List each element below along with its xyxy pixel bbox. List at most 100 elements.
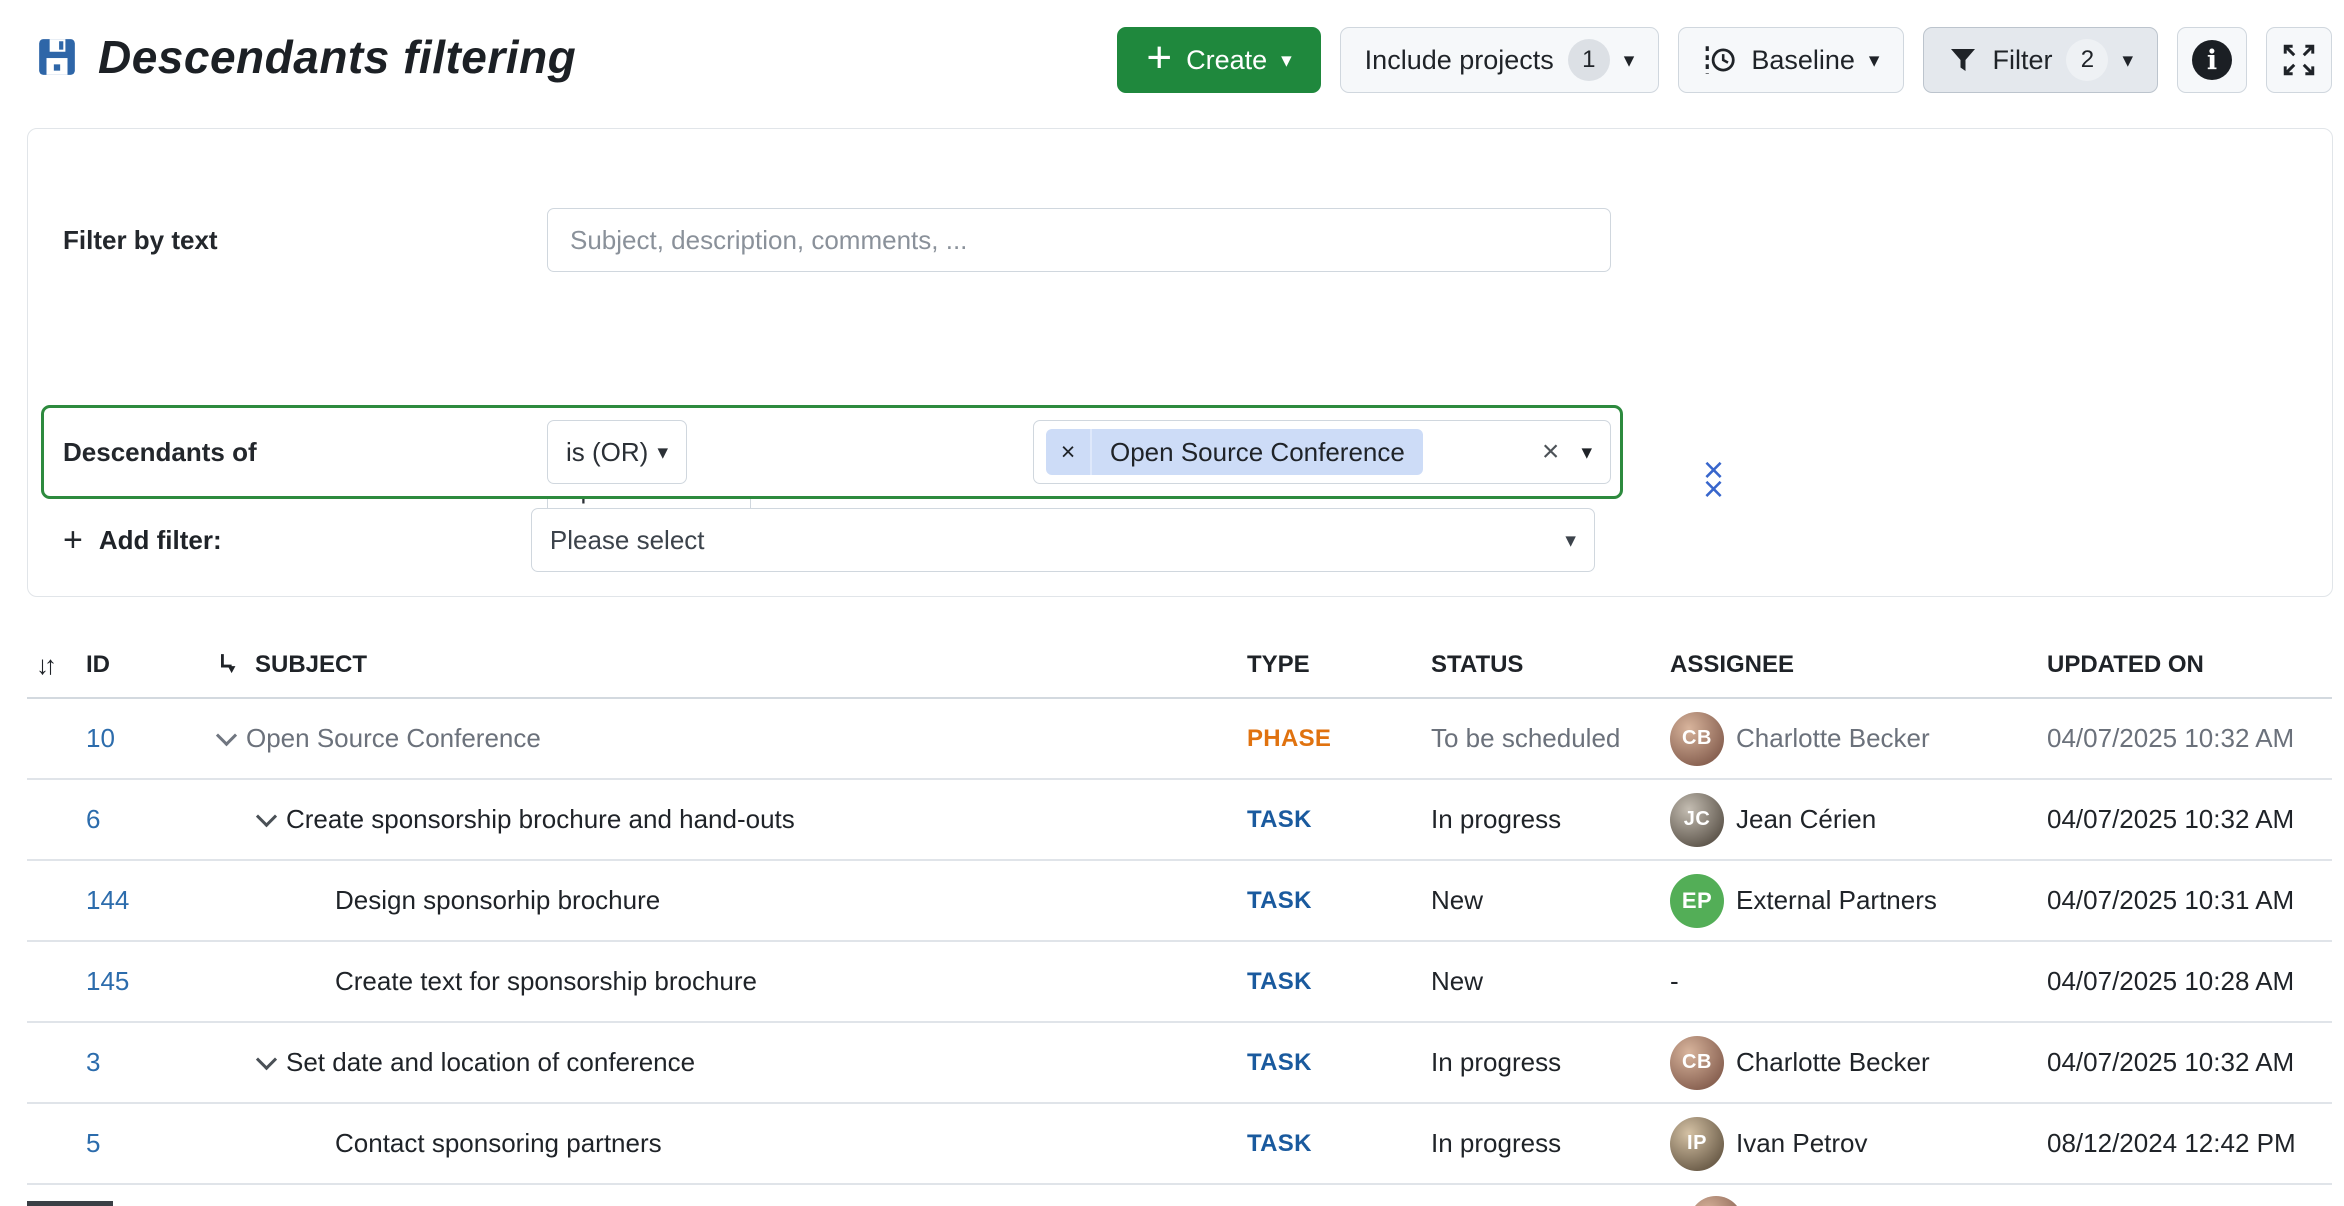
chevron-down-icon: ▾ [1565,530,1576,551]
work-package-id-link[interactable]: 144 [86,885,129,915]
expand-arrows-icon [2281,42,2317,78]
avatar: IP [1670,1117,1724,1171]
chevron-down-icon: ▾ [1581,440,1592,465]
remove-descendants-filter-button[interactable]: × [1703,452,1724,488]
filter-panel: Filter by text Status open ▾ × Descendan… [27,128,2333,597]
status-text: To be scheduled [1431,723,1670,754]
table-row[interactable]: 5 Contact sponsoring partners TASK In pr… [27,1104,2332,1185]
type-label: PHASE [1247,725,1431,753]
chip-remove-icon[interactable]: × [1046,438,1090,467]
filter-text-input[interactable] [547,208,1611,272]
page-title: Descendants filtering [98,30,576,84]
assignee-name: External Partners [1736,885,1937,916]
collapse-chevron-icon[interactable] [256,1049,277,1070]
column-header-subject[interactable]: SUBJECT [255,651,367,679]
chevron-down-icon: ▾ [657,442,668,463]
type-label: TASK [1247,968,1431,996]
avatar [1689,1196,1743,1206]
subject-text: Create text for sponsorship brochure [335,966,757,997]
fullscreen-button[interactable] [2266,27,2332,93]
subject-text: Open Source Conference [246,723,541,754]
subject-text: Create sponsorship brochure and hand-out… [286,804,795,835]
descendants-filter-row-highlighted: Descendants of is (OR) ▾ × Open Source C… [41,405,1623,499]
avatar: CB [1670,712,1724,766]
avatar: CB [1670,1036,1724,1090]
chip-label: Open Source Conference [1092,437,1423,468]
info-button[interactable]: i [2177,27,2247,93]
table-row[interactable]: 3 Set date and location of conference TA… [27,1023,2332,1104]
collapse-chevron-icon[interactable] [256,806,277,827]
table-row[interactable]: 144 Design sponsorhip brochure TASK New … [27,861,2332,942]
include-projects-button[interactable]: Include projects 1 ▾ [1340,27,1660,93]
collapse-chevron-icon[interactable] [216,725,237,746]
chevron-down-icon: ▾ [1281,50,1292,71]
assignee-name: Ivan Petrov [1736,1128,1868,1159]
table-row[interactable]: 145 Create text for sponsorship brochure… [27,942,2332,1023]
filter-by-text-row: Filter by text [28,208,2332,272]
baseline-clock-icon [1703,43,1737,77]
type-label: TASK [1247,1130,1431,1158]
status-text: In progress [1431,1128,1670,1159]
clear-selection-icon[interactable]: × [1542,435,1560,469]
clipped-content [27,1201,113,1206]
assignee-name: - [1670,966,1679,997]
filter-button[interactable]: Filter 2 ▾ [1923,27,2158,93]
work-package-id-link[interactable]: 5 [86,1128,100,1158]
subject-text: Set date and location of conference [286,1047,695,1078]
info-icon: i [2192,40,2232,80]
descendants-value-multiselect[interactable]: × Open Source Conference × ▾ [1033,420,1611,484]
column-header-updated-on[interactable]: UPDATED ON [2047,651,2332,679]
assignee-name: Charlotte Becker [1736,723,1930,754]
avatar: EP [1670,874,1724,928]
baseline-button[interactable]: Baseline ▾ [1678,27,1904,93]
assignee-name: Jean Cérien [1736,804,1876,835]
plus-icon: + [1146,36,1172,80]
column-header-status[interactable]: STATUS [1431,651,1670,679]
table-row[interactable]: 6 Create sponsorship brochure and hand-o… [27,780,2332,861]
save-view-icon[interactable] [36,36,78,78]
assignee-name: Charlotte Becker [1736,1047,1930,1078]
filter-by-text-label: Filter by text [63,225,547,256]
avatar: JC [1670,793,1724,847]
add-filter-label: Add filter: [99,525,531,556]
chevron-down-icon: ▾ [2122,50,2133,71]
work-package-id-link[interactable]: 3 [86,1047,100,1077]
sort-icon[interactable]: ↓↑ [27,650,86,681]
include-projects-count-badge: 1 [1568,39,1610,81]
add-filter-row: + Add filter: Please select ▾ [28,508,2332,572]
updated-on-text: 08/12/2024 12:42 PM [2047,1128,2332,1159]
work-package-id-link[interactable]: 10 [86,723,115,753]
descendants-filter-label: Descendants of [63,437,547,468]
add-filter-select[interactable]: Please select ▾ [531,508,1595,572]
plus-icon: + [63,521,83,560]
type-label: TASK [1247,806,1431,834]
filter-count-badge: 2 [2066,39,2108,81]
descendants-operator-select[interactable]: is (OR) ▾ [547,420,687,484]
work-package-id-link[interactable]: 145 [86,966,129,996]
type-label: TASK [1247,1049,1431,1077]
status-text: New [1431,885,1670,916]
updated-on-text: 04/07/2025 10:32 AM [2047,1047,2332,1078]
subject-text: Design sponsorhip brochure [335,885,660,916]
toolbar: + Create ▾ Include projects 1 ▾ Baseline… [1117,27,2332,93]
updated-on-text: 04/07/2025 10:32 AM [2047,723,2332,754]
table-header-row: ↓↑ ID SUBJECT TYPE STATUS ASSIGNEE UPDAT… [27,633,2332,699]
work-package-id-link[interactable]: 6 [86,804,100,834]
page-header: Descendants filtering + Create ▾ Include… [0,0,2344,128]
status-text: In progress [1431,804,1670,835]
updated-on-text: 04/07/2025 10:32 AM [2047,804,2332,835]
chevron-down-icon: ▾ [1869,50,1880,71]
table-row[interactable]: 10 Open Source Conference PHASE To be sc… [27,699,2332,780]
updated-on-text: 04/07/2025 10:28 AM [2047,966,2332,997]
create-button[interactable]: + Create ▾ [1117,27,1320,93]
column-header-type[interactable]: TYPE [1247,651,1431,679]
chevron-down-icon: ▾ [1624,50,1635,71]
status-text: In progress [1431,1047,1670,1078]
funnel-icon [1948,45,1978,75]
subject-text: Contact sponsoring partners [335,1128,662,1159]
column-header-assignee[interactable]: ASSIGNEE [1670,651,2047,679]
status-text: New [1431,966,1670,997]
hierarchy-icon[interactable] [217,651,243,679]
column-header-id[interactable]: ID [86,651,217,679]
type-label: TASK [1247,887,1431,915]
